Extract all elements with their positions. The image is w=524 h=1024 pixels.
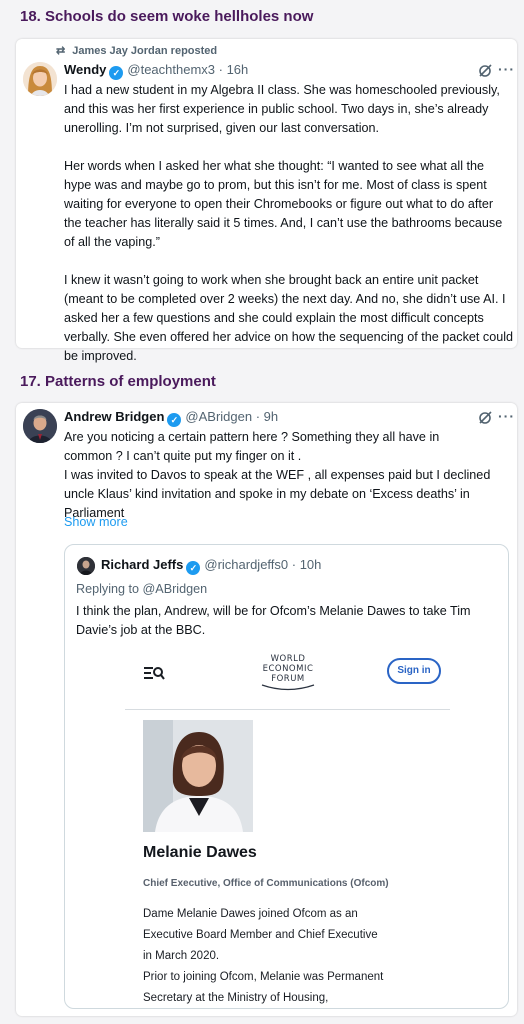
section-title-employment: 17. Patterns of employment (20, 373, 216, 390)
more-icon[interactable]: ··· (498, 61, 515, 77)
tweet-header: Wendy ✓ @teachthemx3 · 16h (64, 62, 248, 80)
tweet-paragraph: I knew it wasn’t going to work when she … (64, 273, 514, 363)
wef-logo-line: ECONOMIC (262, 664, 314, 674)
wef-logo-arc (261, 684, 315, 691)
tweet-card-bridgen[interactable]: Andrew Bridgen ✓ @ABridgen · 9h ··· Are yo… (16, 403, 517, 1016)
person-name: Melanie Dawes (143, 844, 257, 861)
avatar[interactable] (77, 557, 95, 575)
repost-label: James Jay Jordan reposted (72, 45, 218, 57)
avatar[interactable] (23, 62, 57, 96)
tweet-body: I had a new student in my Algebra II cla… (64, 81, 514, 366)
verified-icon: ✓ (167, 413, 182, 427)
wef-logo-line: FORUM (271, 674, 305, 684)
author-name[interactable]: Andrew Bridgen (64, 409, 164, 424)
section-title-schools: 18. Schools do seem woke hellholes now (20, 8, 314, 25)
verified-icon: ✓ (109, 66, 124, 80)
author-handle-time[interactable]: @teachthemx3 · 16h (127, 62, 248, 77)
person-role: Chief Executive, Office of Communication… (143, 878, 389, 889)
bio-line: in March 2020. (143, 950, 220, 962)
repost-icon: ⇄ (56, 45, 66, 57)
more-icon[interactable]: ··· (498, 408, 515, 424)
replying-to[interactable]: Replying to @ABridgen (76, 582, 207, 596)
repost-line: ⇄ James Jay Jordan reposted (56, 44, 217, 57)
tweet-line: Parliament (64, 506, 125, 520)
tweet-line: common ? I can’t quite put my finger on … (64, 449, 302, 463)
grok-icon[interactable] (478, 64, 492, 78)
bio-line: Dame Melanie Dawes joined Ofcom as an (143, 908, 358, 920)
show-more-link[interactable]: Show more (64, 515, 128, 529)
tweet-body: Are you noticing a certain pattern here … (64, 428, 514, 523)
menu-search-icon (144, 667, 165, 680)
bio-line: Executive Board Member and Chief Executi… (143, 929, 378, 941)
profile-photo (143, 720, 253, 832)
avatar[interactable] (23, 409, 57, 443)
author-handle-time[interactable]: @ABridgen · 9h (185, 409, 278, 424)
bio-line: Secretary at the Ministry of Housing, (143, 992, 329, 1004)
quote-author-name[interactable]: Richard Jeffs (101, 557, 183, 572)
quote-header: Richard Jeffs ✓ @richardjeffs0 · 10h (101, 557, 321, 575)
tweet-line: uncle Klaus’ kind invitation and spoke i… (64, 487, 470, 501)
person-bio: Dame Melanie Dawes joined Ofcom as an Ex… (143, 904, 443, 1008)
wef-screenshot: WORLD ECONOMIC FORUM Sign in Melanie Daw… (125, 642, 450, 1008)
tweet-paragraph: Her words when I asked her what she thou… (64, 159, 503, 249)
tweet-line: I was invited to Davos to speak at the W… (64, 468, 491, 482)
quote-text: I think the plan, Andrew, will be for Of… (76, 604, 471, 637)
tweet-line: Are you noticing a certain pattern here … (64, 430, 440, 444)
quote-author-handle-time[interactable]: @richardjeffs0 · 10h (204, 557, 321, 572)
grok-icon[interactable] (478, 411, 492, 425)
tweet-paragraph: I had a new student in my Algebra II cla… (64, 83, 500, 135)
wef-logo: WORLD ECONOMIC FORUM (253, 654, 323, 692)
verified-icon: ✓ (186, 561, 201, 575)
tweet-card-wendy[interactable]: ⇄ James Jay Jordan reposted Wendy ✓ @teacht… (16, 39, 517, 363)
wef-logo-line: WORLD (270, 654, 306, 664)
quoted-tweet[interactable]: Richard Jeffs ✓ @richardjeffs0 · 10h Reply… (64, 544, 509, 1009)
divider (125, 709, 450, 710)
bio-line: Prior to joining Ofcom, Melanie was Perm… (143, 971, 384, 983)
tweet-header: Andrew Bridgen ✓ @ABridgen · 9h (64, 409, 278, 427)
sign-in-button: Sign in (387, 658, 441, 684)
author-name[interactable]: Wendy (64, 62, 106, 77)
